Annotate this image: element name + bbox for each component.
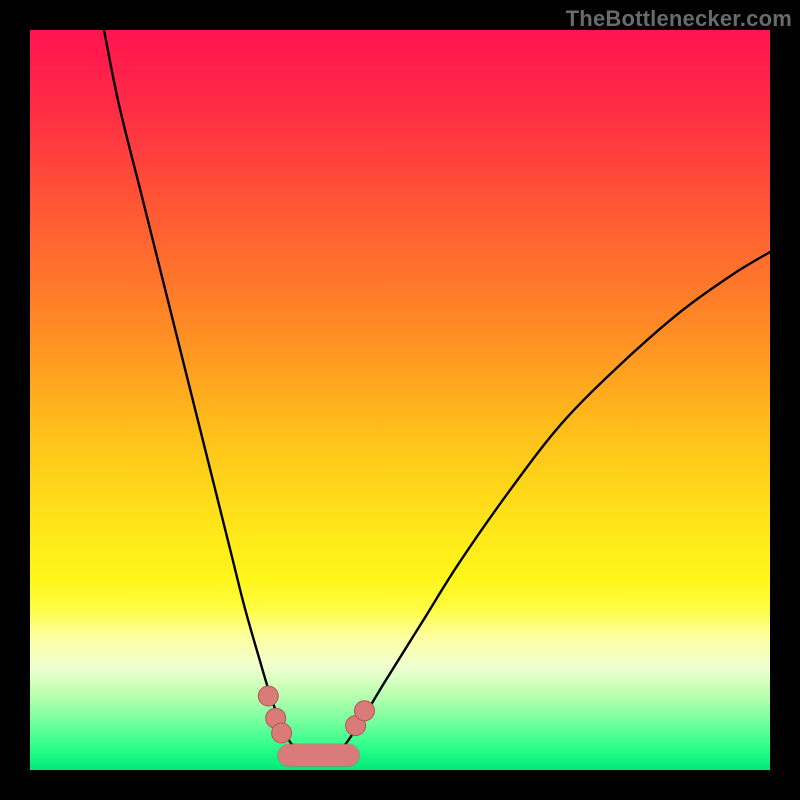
bottleneck-chart <box>30 30 770 770</box>
data-marker <box>258 686 278 706</box>
chart-frame: TheBottlenecker.com <box>0 0 800 800</box>
watermark-label: TheBottlenecker.com <box>566 6 792 32</box>
data-marker <box>272 723 292 743</box>
data-marker <box>354 701 374 721</box>
